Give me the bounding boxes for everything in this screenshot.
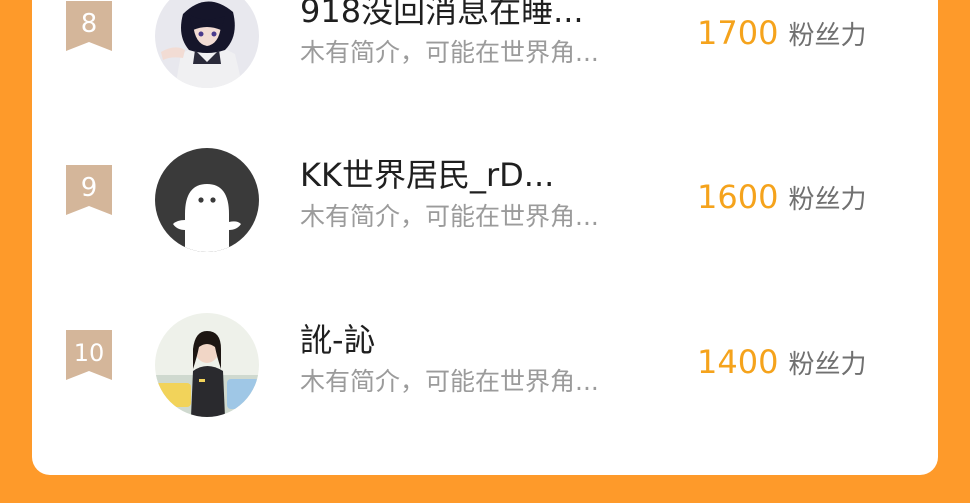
score: 1400 粉丝力 <box>697 343 866 387</box>
user-bio: 木有简介，可能在世界角... <box>300 367 599 396</box>
score: 1600 粉丝力 <box>697 178 866 222</box>
score-value: 1700 <box>697 14 779 52</box>
user-bio: 木有简介，可能在世界角... <box>300 202 599 231</box>
score-unit: 粉丝力 <box>788 350 867 380</box>
photo-avatar-icon <box>155 313 259 417</box>
leaderboard-card: 8 918没回消息在睡... 木有简介，可能在世界角... 1700 粉丝力 9 <box>32 0 938 475</box>
score-unit: 粉丝力 <box>788 21 867 51</box>
score: 1700 粉丝力 <box>697 14 866 58</box>
user-name[interactable]: KK世界居民_rD... <box>300 155 554 195</box>
anime-avatar-icon <box>155 0 259 88</box>
avatar[interactable] <box>155 148 259 252</box>
default-ghost-avatar-icon <box>155 148 259 252</box>
user-name[interactable]: 訛-訫 <box>300 320 376 360</box>
score-value: 1400 <box>697 343 779 381</box>
avatar[interactable] <box>155 0 259 88</box>
score-value: 1600 <box>697 178 779 216</box>
avatar[interactable] <box>155 313 259 417</box>
leaderboard-row[interactable]: 8 918没回消息在睡... 木有简介，可能在世界角... 1700 粉丝力 <box>32 0 938 100</box>
leaderboard-row[interactable]: 9 KK世界居民_rD... 木有简介，可能在世界角... 1600 粉丝力 <box>32 134 938 264</box>
user-name[interactable]: 918没回消息在睡... <box>300 0 584 31</box>
rank-badge: 9 <box>66 165 112 215</box>
rank-badge: 8 <box>66 1 112 51</box>
leaderboard-row[interactable]: 10 訛-訫 木有简介，可能在世界角... 1400 粉丝力 <box>32 299 938 429</box>
score-unit: 粉丝力 <box>788 185 867 215</box>
user-bio: 木有简介，可能在世界角... <box>300 38 599 67</box>
rank-badge: 10 <box>66 330 112 380</box>
